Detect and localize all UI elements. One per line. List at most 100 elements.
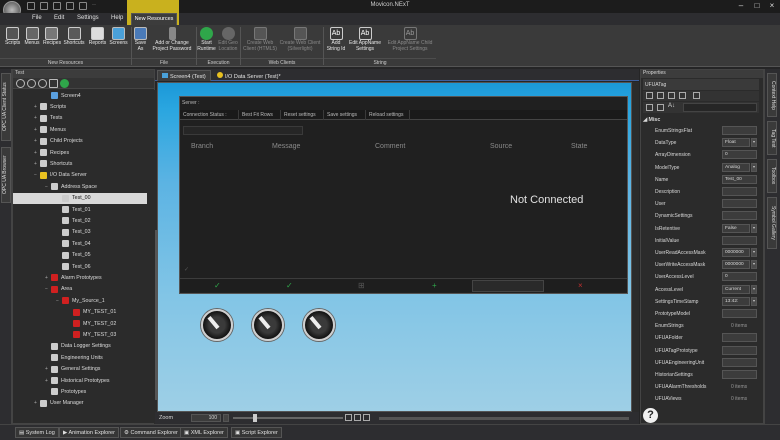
tab-tag-test[interactable]: Tag Test bbox=[767, 121, 777, 155]
check-icon[interactable]: ✓ bbox=[184, 266, 189, 273]
filter-icon[interactable] bbox=[49, 79, 58, 88]
ack-icon[interactable]: ✓ bbox=[214, 281, 221, 290]
screens-button[interactable]: Screens bbox=[109, 27, 128, 47]
zoom-dropdown[interactable] bbox=[223, 414, 229, 422]
tree-node[interactable]: − My_Source_1 bbox=[56, 295, 105, 306]
project-password-button[interactable]: Add or Change Project Password bbox=[150, 27, 194, 52]
property-value[interactable]: Analog bbox=[722, 162, 750, 172]
save-as-button[interactable]: Save As bbox=[134, 27, 147, 52]
property-search-input[interactable] bbox=[683, 103, 757, 112]
list-view-icon[interactable] bbox=[646, 104, 653, 111]
property-value[interactable]: Float bbox=[722, 138, 750, 148]
property-value[interactable] bbox=[722, 187, 757, 196]
edit-appname-settings-button[interactable]: Ab Edit AppName Settings bbox=[348, 27, 382, 52]
tab-system-log[interactable]: ▤ System Log bbox=[15, 427, 59, 438]
property-row[interactable]: EnumStrings 0 items bbox=[655, 320, 763, 332]
property-row[interactable]: UserAccessLevel 0 bbox=[655, 271, 763, 283]
property-row[interactable]: HistorianSettings bbox=[655, 369, 763, 381]
property-value[interactable] bbox=[722, 211, 757, 221]
property-row[interactable]: UFUATagPrototype bbox=[655, 345, 763, 357]
property-value[interactable]: 13:42: bbox=[722, 296, 750, 306]
create-web-client-html5-button[interactable]: Create Web Client (HTML5) bbox=[243, 27, 277, 52]
property-row[interactable]: UFUAAlarmThresholds 0 items bbox=[655, 381, 763, 393]
property-row[interactable]: UserReadAccessMask 0000000 ▾ bbox=[655, 247, 763, 259]
property-row[interactable]: DynamicSettings bbox=[655, 210, 763, 222]
menus-button[interactable]: Menus bbox=[24, 27, 40, 47]
fit-icon[interactable] bbox=[345, 414, 352, 421]
tab-script-explorer[interactable]: ▣ Script Explorer bbox=[231, 427, 282, 438]
column-source[interactable]: Source bbox=[490, 143, 512, 150]
dropdown-icon[interactable]: ▾ bbox=[751, 138, 757, 148]
property-value[interactable] bbox=[722, 345, 757, 355]
tree-node[interactable]: − Address Space bbox=[45, 181, 97, 192]
property-row[interactable]: AccessLevel Current ▾ bbox=[655, 284, 763, 296]
zoom-slider-track[interactable] bbox=[233, 417, 343, 419]
tree-node[interactable]: + Recipes bbox=[34, 147, 69, 158]
property-row[interactable]: EnumStringsFlat bbox=[655, 125, 763, 137]
knob-1[interactable] bbox=[201, 309, 233, 341]
property-row[interactable]: Name Test_00 bbox=[655, 174, 763, 186]
ack-all-icon[interactable]: ✓ bbox=[286, 281, 293, 290]
property-row[interactable]: UserWriteAccessMask 0000000 ▾ bbox=[655, 259, 763, 271]
reload-settings-button[interactable]: Reload settings bbox=[366, 110, 410, 120]
grid-toggle-icon[interactable] bbox=[354, 414, 361, 421]
menu-help[interactable]: Help bbox=[111, 15, 123, 21]
property-value[interactable]: 0 bbox=[722, 150, 757, 160]
tree-node[interactable]: Test_06 bbox=[56, 261, 91, 272]
canvas-scrollbar[interactable] bbox=[632, 82, 639, 412]
tab-opc-ua-browser[interactable]: OPC UA Browser bbox=[1, 147, 11, 203]
remove-icon[interactable]: × bbox=[578, 281, 583, 290]
column-state[interactable]: State bbox=[571, 143, 587, 150]
category-misc[interactable]: ◢ Misc bbox=[643, 117, 660, 123]
reset-settings-button[interactable]: Reset settings bbox=[281, 110, 324, 120]
expand-icon[interactable] bbox=[693, 92, 700, 99]
dropdown-icon[interactable]: ▾ bbox=[751, 223, 757, 233]
dropdown-icon[interactable]: ▾ bbox=[751, 284, 757, 294]
add-icon[interactable]: + bbox=[432, 281, 437, 290]
tree-node[interactable]: Prototypes bbox=[45, 386, 86, 397]
tab-command-explorer[interactable]: ⚙ Command Explorer bbox=[120, 427, 182, 438]
tab-animation-explorer[interactable]: ▶ Animation Explorer bbox=[59, 427, 119, 438]
tree-node[interactable]: + Alarm Prototypes bbox=[45, 272, 102, 283]
tree-node[interactable]: Engineering Units bbox=[45, 352, 103, 363]
zoom-value[interactable]: 100 bbox=[191, 414, 221, 422]
dropdown-icon[interactable]: ▾ bbox=[751, 162, 757, 172]
tab-symbol-gallery[interactable]: Symbol Gallery bbox=[767, 197, 777, 249]
property-row[interactable]: SettingsTimeStamp 13:42: ▾ bbox=[655, 296, 763, 308]
tree-node[interactable]: Data Logger Settings bbox=[45, 341, 111, 352]
connection-status-tab[interactable]: Connection Status : bbox=[180, 110, 239, 120]
maximize-button[interactable]: □ bbox=[750, 1, 764, 11]
scripts-button[interactable]: Scripts bbox=[5, 27, 20, 47]
dropdown-icon[interactable]: ▾ bbox=[751, 260, 757, 270]
best-fit-rows-button[interactable]: Best Fit Rows bbox=[239, 110, 281, 120]
property-value[interactable]: Test_00 bbox=[722, 174, 757, 184]
recipes-button[interactable]: Recipes bbox=[43, 27, 61, 47]
delete-icon[interactable] bbox=[27, 79, 36, 88]
bindings-icon[interactable] bbox=[668, 92, 675, 99]
tab-screen4[interactable]: Screen4 (Test) bbox=[157, 70, 211, 81]
property-value[interactable] bbox=[722, 333, 757, 343]
tab-toolbox[interactable]: Toolbox bbox=[767, 159, 777, 193]
menu-settings[interactable]: Settings bbox=[77, 15, 99, 21]
edit-appname-child-project-settings-button[interactable]: Ab Edit AppName Child Project Settings bbox=[384, 27, 436, 52]
tree-node[interactable]: − I/O Data Server bbox=[34, 170, 87, 181]
tree-node[interactable]: + Menus bbox=[34, 124, 66, 135]
property-row[interactable]: UFUAViews 0 items bbox=[655, 393, 763, 405]
add-icon[interactable] bbox=[60, 79, 69, 88]
property-value[interactable]: Current bbox=[722, 284, 750, 294]
property-row[interactable]: DataType Float ▾ bbox=[655, 137, 763, 149]
property-value[interactable]: 0000000 bbox=[722, 248, 750, 257]
tab-context-help[interactable]: Context Help bbox=[767, 73, 777, 117]
filter-icon[interactable] bbox=[679, 92, 686, 99]
shortcuts-button[interactable]: Shortcuts bbox=[63, 27, 85, 47]
refresh-icon[interactable] bbox=[16, 79, 25, 88]
tab-opc-ua-client-status[interactable]: OPC UA Client Status bbox=[1, 73, 11, 141]
tree-node[interactable]: + Child Projects bbox=[34, 136, 83, 147]
property-value[interactable] bbox=[722, 126, 757, 135]
start-runtime-button[interactable]: Start Runtime bbox=[197, 27, 216, 52]
property-value[interactable] bbox=[722, 370, 757, 379]
horizontal-scrollbar[interactable] bbox=[379, 417, 629, 420]
tree-node[interactable]: + Scripts bbox=[34, 101, 66, 112]
edit-geo-location-button[interactable]: Edit Geo Location bbox=[217, 27, 239, 52]
property-row[interactable]: User bbox=[655, 198, 763, 210]
